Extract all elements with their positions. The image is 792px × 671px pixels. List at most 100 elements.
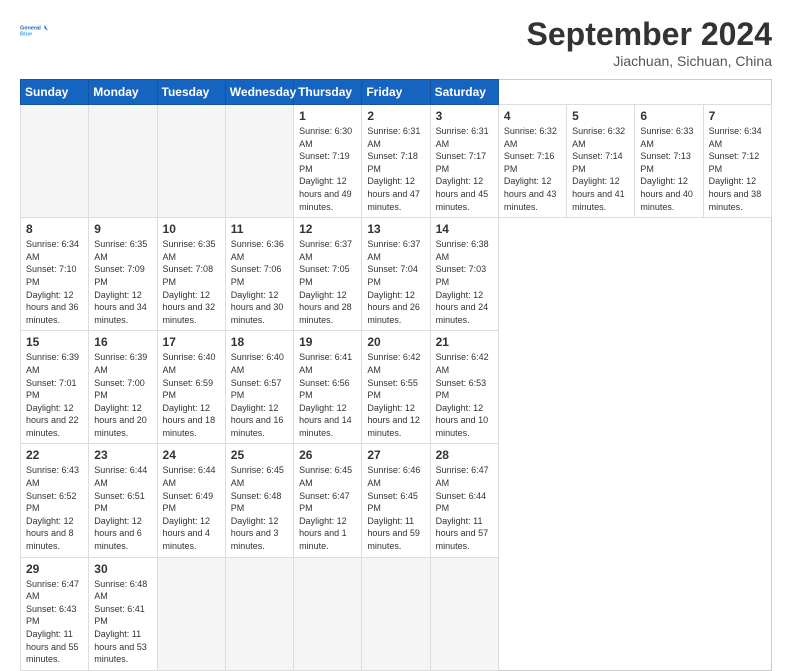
day-number: 1 bbox=[299, 109, 356, 123]
day-cell-12: 12Sunrise: 6:37 AMSunset: 7:05 PMDayligh… bbox=[294, 218, 362, 331]
day-number: 8 bbox=[26, 222, 83, 236]
day-info: Sunrise: 6:39 AMSunset: 7:00 PMDaylight:… bbox=[94, 351, 151, 439]
day-info: Sunrise: 6:33 AMSunset: 7:13 PMDaylight:… bbox=[640, 125, 697, 213]
day-info: Sunrise: 6:47 AMSunset: 6:43 PMDaylight:… bbox=[26, 578, 83, 666]
day-cell-6: 6 Sunrise: 6:33 AMSunset: 7:13 PMDaylight… bbox=[635, 105, 703, 218]
empty-cell bbox=[225, 105, 293, 218]
logo: GeneralBlue bbox=[20, 16, 48, 44]
day-info: Sunrise: 6:35 AMSunset: 7:09 PMDaylight:… bbox=[94, 238, 151, 326]
title-block: September 2024 Jiachuan, Sichuan, China bbox=[527, 16, 772, 69]
day-number: 4 bbox=[504, 109, 561, 123]
day-cell-5: 5 Sunrise: 6:32 AMSunset: 7:14 PMDaylight… bbox=[567, 105, 635, 218]
day-cell-22: 22 Sunrise: 6:43 AMSunset: 6:52 PMDayligh… bbox=[21, 444, 89, 557]
day-info: Sunrise: 6:44 AMSunset: 6:51 PMDaylight:… bbox=[94, 464, 151, 552]
day-cell-11: 11Sunrise: 6:36 AMSunset: 7:06 PMDayligh… bbox=[225, 218, 293, 331]
day-number: 30 bbox=[94, 562, 151, 576]
day-cell-10: 10 Sunrise: 6:35 AMSunset: 7:08 PMDayligh… bbox=[157, 218, 225, 331]
day-number: 24 bbox=[163, 448, 220, 462]
page: GeneralBlue September 2024 Jiachuan, Sic… bbox=[0, 0, 792, 612]
day-number: 9 bbox=[94, 222, 151, 236]
day-info: Sunrise: 6:32 AMSunset: 7:14 PMDaylight:… bbox=[572, 125, 629, 213]
day-info: Sunrise: 6:31 AMSunset: 7:18 PMDaylight:… bbox=[367, 125, 424, 213]
day-number: 21 bbox=[436, 335, 493, 349]
day-cell-14: 14 Sunrise: 6:38 AMSunset: 7:03 PMDayligh… bbox=[430, 218, 498, 331]
day-info: Sunrise: 6:44 AMSunset: 6:49 PMDaylight:… bbox=[163, 464, 220, 552]
header: GeneralBlue September 2024 Jiachuan, Sic… bbox=[20, 16, 772, 69]
day-number: 26 bbox=[299, 448, 356, 462]
empty-cell bbox=[89, 105, 157, 218]
month-title: September 2024 bbox=[527, 16, 772, 53]
day-number: 15 bbox=[26, 335, 83, 349]
day-number: 10 bbox=[163, 222, 220, 236]
day-cell-13: 13Sunrise: 6:37 AMSunset: 7:04 PMDayligh… bbox=[362, 218, 430, 331]
day-number: 3 bbox=[436, 109, 493, 123]
day-number: 23 bbox=[94, 448, 151, 462]
day-number: 18 bbox=[231, 335, 288, 349]
svg-text:General: General bbox=[20, 25, 41, 31]
day-cell-18: 18 Sunrise: 6:40 AMSunset: 6:57 PMDayligh… bbox=[225, 331, 293, 444]
day-info: Sunrise: 6:45 AMSunset: 6:48 PMDaylight:… bbox=[231, 464, 288, 552]
empty-cell bbox=[21, 105, 89, 218]
day-cell-16: 16 Sunrise: 6:39 AMSunset: 7:00 PMDayligh… bbox=[89, 331, 157, 444]
day-cell-20: 20 Sunrise: 6:42 AMSunset: 6:55 PMDayligh… bbox=[362, 331, 430, 444]
day-cell-26: 26 Sunrise: 6:45 AMSunset: 6:47 PMDayligh… bbox=[294, 444, 362, 557]
day-cell-19: 19 Sunrise: 6:41 AMSunset: 6:56 PMDayligh… bbox=[294, 331, 362, 444]
calendar-header-row: SundayMondayTuesdayWednesdayThursdayFrid… bbox=[21, 80, 772, 105]
svg-text:Blue: Blue bbox=[20, 31, 32, 37]
week-row-4: 22 Sunrise: 6:43 AMSunset: 6:52 PMDayligh… bbox=[21, 444, 772, 557]
day-cell-7: 7Sunrise: 6:34 AMSunset: 7:12 PMDaylight… bbox=[703, 105, 771, 218]
day-number: 13 bbox=[367, 222, 424, 236]
day-info: Sunrise: 6:31 AMSunset: 7:17 PMDaylight:… bbox=[436, 125, 493, 213]
empty-cell bbox=[294, 557, 362, 670]
day-info: Sunrise: 6:46 AMSunset: 6:45 PMDaylight:… bbox=[367, 464, 424, 552]
day-cell-30: 30Sunrise: 6:48 AMSunset: 6:41 PMDayligh… bbox=[89, 557, 157, 670]
week-row-2: 8 Sunrise: 6:34 AMSunset: 7:10 PMDaylight… bbox=[21, 218, 772, 331]
day-cell-4: 4 Sunrise: 6:32 AMSunset: 7:16 PMDaylight… bbox=[498, 105, 566, 218]
day-info: Sunrise: 6:42 AMSunset: 6:55 PMDaylight:… bbox=[367, 351, 424, 439]
day-info: Sunrise: 6:35 AMSunset: 7:08 PMDaylight:… bbox=[163, 238, 220, 326]
day-info: Sunrise: 6:43 AMSunset: 6:52 PMDaylight:… bbox=[26, 464, 83, 552]
empty-cell bbox=[157, 105, 225, 218]
day-cell-2: 2 Sunrise: 6:31 AMSunset: 7:18 PMDaylight… bbox=[362, 105, 430, 218]
day-info: Sunrise: 6:37 AMSunset: 7:05 PMDaylight:… bbox=[299, 238, 356, 326]
calendar-table: SundayMondayTuesdayWednesdayThursdayFrid… bbox=[20, 79, 772, 671]
day-cell-28: 28 Sunrise: 6:47 AMSunset: 6:44 PMDayligh… bbox=[430, 444, 498, 557]
day-info: Sunrise: 6:40 AMSunset: 6:57 PMDaylight:… bbox=[231, 351, 288, 439]
day-number: 20 bbox=[367, 335, 424, 349]
header-day-wednesday: Wednesday bbox=[225, 80, 293, 105]
empty-cell bbox=[362, 557, 430, 670]
day-cell-8: 8 Sunrise: 6:34 AMSunset: 7:10 PMDaylight… bbox=[21, 218, 89, 331]
day-cell-23: 23 Sunrise: 6:44 AMSunset: 6:51 PMDayligh… bbox=[89, 444, 157, 557]
day-number: 19 bbox=[299, 335, 356, 349]
day-number: 16 bbox=[94, 335, 151, 349]
empty-cell bbox=[157, 557, 225, 670]
day-info: Sunrise: 6:32 AMSunset: 7:16 PMDaylight:… bbox=[504, 125, 561, 213]
day-info: Sunrise: 6:45 AMSunset: 6:47 PMDaylight:… bbox=[299, 464, 356, 552]
day-number: 6 bbox=[640, 109, 697, 123]
day-number: 11 bbox=[231, 222, 288, 236]
day-number: 25 bbox=[231, 448, 288, 462]
day-info: Sunrise: 6:41 AMSunset: 6:56 PMDaylight:… bbox=[299, 351, 356, 439]
day-info: Sunrise: 6:30 AMSunset: 7:19 PMDaylight:… bbox=[299, 125, 356, 213]
day-number: 2 bbox=[367, 109, 424, 123]
day-cell-9: 9 Sunrise: 6:35 AMSunset: 7:09 PMDaylight… bbox=[89, 218, 157, 331]
week-row-1: 1 Sunrise: 6:30 AMSunset: 7:19 PMDaylight… bbox=[21, 105, 772, 218]
day-info: Sunrise: 6:34 AMSunset: 7:12 PMDaylight:… bbox=[709, 125, 766, 213]
day-info: Sunrise: 6:38 AMSunset: 7:03 PMDaylight:… bbox=[436, 238, 493, 326]
header-day-tuesday: Tuesday bbox=[157, 80, 225, 105]
day-info: Sunrise: 6:34 AMSunset: 7:10 PMDaylight:… bbox=[26, 238, 83, 326]
day-number: 5 bbox=[572, 109, 629, 123]
day-number: 28 bbox=[436, 448, 493, 462]
header-day-saturday: Saturday bbox=[430, 80, 498, 105]
day-info: Sunrise: 6:47 AMSunset: 6:44 PMDaylight:… bbox=[436, 464, 493, 552]
header-day-thursday: Thursday bbox=[294, 80, 362, 105]
day-cell-17: 17Sunrise: 6:40 AMSunset: 6:59 PMDayligh… bbox=[157, 331, 225, 444]
day-cell-3: 3 Sunrise: 6:31 AMSunset: 7:17 PMDaylight… bbox=[430, 105, 498, 218]
day-cell-1: 1 Sunrise: 6:30 AMSunset: 7:19 PMDaylight… bbox=[294, 105, 362, 218]
day-number: 14 bbox=[436, 222, 493, 236]
day-number: 27 bbox=[367, 448, 424, 462]
day-cell-29: 29 Sunrise: 6:47 AMSunset: 6:43 PMDayligh… bbox=[21, 557, 89, 670]
day-number: 29 bbox=[26, 562, 83, 576]
day-number: 22 bbox=[26, 448, 83, 462]
location: Jiachuan, Sichuan, China bbox=[527, 53, 772, 69]
